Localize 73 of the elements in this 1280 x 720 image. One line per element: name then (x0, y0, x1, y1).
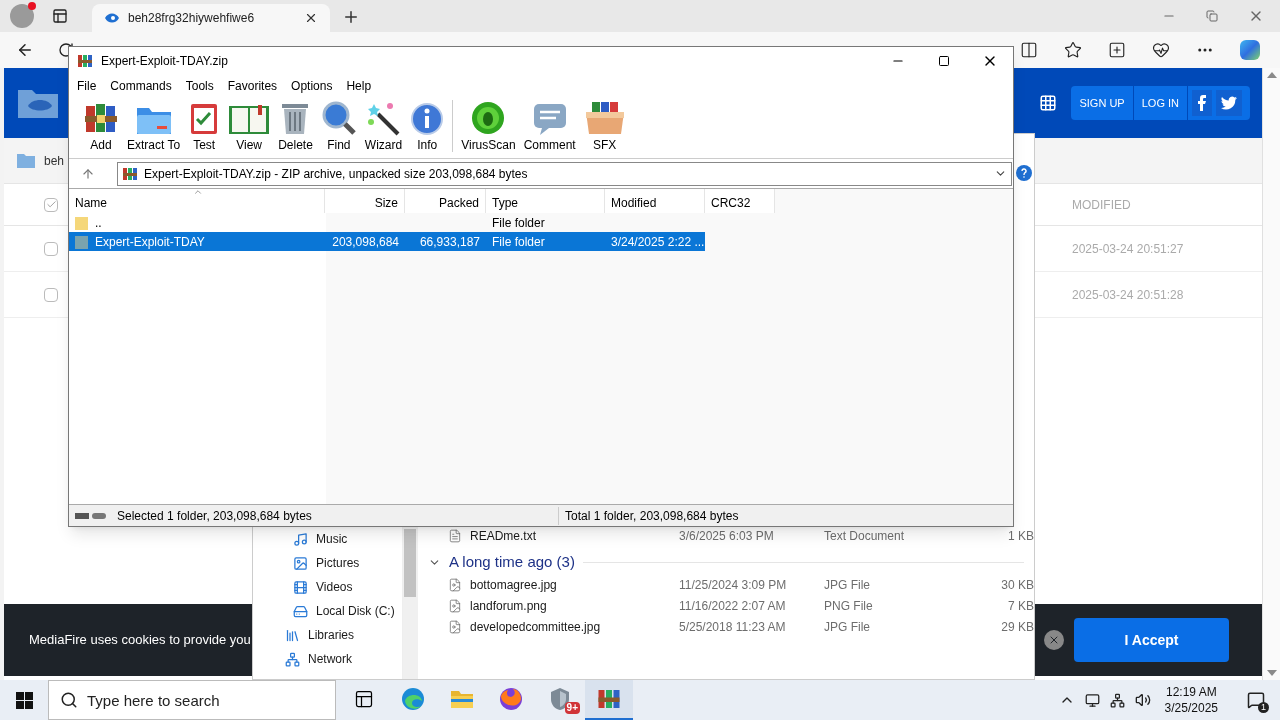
archive-row[interactable]: Expert-Exploit-TDAY 203,098,684 66,933,187 File folder 3/24/2025 2:22 ... (69, 232, 1013, 251)
nav-item[interactable]: Network (253, 647, 402, 671)
file-date: 11/16/2022 2:07 AM (679, 597, 787, 615)
toolbar-button[interactable]: Extract To (123, 96, 185, 154)
nav-item[interactable]: Pictures (253, 551, 402, 575)
menu-item[interactable]: Options (291, 77, 333, 95)
clock-time[interactable]: 12:19 AM (1165, 684, 1217, 700)
toolbar-button[interactable]: Info (406, 96, 449, 154)
file-date: 3/6/2025 6:03 PM (679, 527, 775, 545)
browser-tab[interactable]: beh28frg32hiywehfiwe6 (92, 4, 330, 32)
accept-button[interactable]: I Accept (1074, 618, 1229, 662)
menu-item[interactable]: Tools (185, 77, 214, 95)
tab-title: beh28frg32hiywehfiwe6 (128, 10, 256, 27)
file-name[interactable]: landforum.png (470, 596, 547, 615)
toolbar-button[interactable]: Find (316, 96, 361, 154)
column-header[interactable]: Size (325, 189, 405, 213)
menu-item[interactable]: Favorites (227, 77, 278, 95)
nav-item[interactable]: Videos (253, 575, 402, 599)
notification-badge: 9+ (564, 702, 580, 714)
toolbar-button[interactable]: Comment (519, 96, 580, 154)
breadcrumb[interactable]: beh (44, 151, 65, 170)
toolbar-button[interactable]: Delete (274, 96, 317, 154)
nav-item[interactable]: Music (253, 527, 402, 551)
file-size: 30 KB (1000, 576, 1034, 594)
nav-item[interactable]: Local Disk (C:) (253, 599, 402, 623)
table-cell-text: File folder (492, 214, 545, 232)
table-cell-text: 3/24/2025 2:22 ... (611, 233, 705, 251)
menu-item[interactable]: File (77, 77, 97, 95)
toolbar-button[interactable]: Wizard (360, 96, 407, 154)
modified-date: 2025-03-24 20:51:27 (1072, 240, 1185, 258)
column-header[interactable]: Packed (405, 189, 486, 213)
status-text: Selected 1 folder, 203,098,684 bytes (117, 507, 312, 525)
file-size: 7 KB (1007, 597, 1034, 615)
status-text: Total 1 folder, 203,098,684 bytes (564, 507, 739, 525)
file-type: JPG File (824, 576, 871, 594)
toolbar-button[interactable]: VirusScan (457, 96, 520, 154)
file-size: 29 KB (1000, 618, 1034, 636)
file-name: .. (95, 214, 102, 232)
nav-item[interactable]: Libraries (253, 623, 402, 647)
notification-count: 1 (1258, 702, 1269, 713)
file-type: Text Document (824, 527, 906, 545)
nav-link[interactable]: SIGN UP (1071, 86, 1134, 120)
file-name[interactable]: bottomagree.jpg (470, 575, 557, 594)
file-type: PNG File (824, 597, 874, 615)
table-cell-text: 66,933,187 (419, 233, 480, 251)
toolbar-button[interactable]: View (224, 96, 275, 154)
column-header[interactable]: Type (486, 189, 605, 213)
archive-row[interactable]: .. File folder (69, 213, 1013, 232)
table-cell-text: 203,098,684 (332, 233, 399, 251)
group-header[interactable]: A long time ago (3) (449, 550, 575, 574)
menu-item[interactable]: Help (346, 77, 372, 95)
file-date: 5/25/2018 11:23 AM (679, 618, 787, 636)
file-type: JPG File (824, 618, 871, 636)
file-size: 1 KB (1007, 527, 1034, 545)
file-name[interactable]: developedcommittee.jpg (470, 617, 601, 636)
modified-date: 2025-03-24 20:51:28 (1072, 286, 1185, 304)
table-cell-text: File folder (492, 233, 545, 251)
column-header[interactable]: Modified (605, 189, 705, 213)
taskbar-app[interactable]: 9+ (536, 680, 584, 720)
menu-item[interactable]: Commands (110, 77, 172, 95)
window-title: Expert-Exploit-TDAY.zip (101, 53, 228, 70)
column-header[interactable]: CRC32 (705, 189, 775, 213)
toolbar-button[interactable]: Test (184, 96, 225, 154)
nav-link[interactable]: LOG IN (1133, 86, 1188, 120)
clock-date[interactable]: 3/25/2025 (1164, 700, 1218, 716)
file-name[interactable]: READme.txt (470, 526, 536, 545)
file-name: Expert-Exploit-TDAY (95, 233, 205, 251)
toolbar-button[interactable]: Add (79, 96, 123, 154)
toolbar-button[interactable]: SFX (579, 96, 630, 154)
path-field[interactable]: Expert-Exploit-TDAY.zip - ZIP archive, unpacked size 203,098,684 bytes (117, 161, 1012, 186)
search-field[interactable]: Type here to search (48, 680, 336, 720)
file-date: 11/25/2024 3:09 PM (679, 576, 788, 594)
cookie-notice: MediaFire uses cookies to provide you (29, 631, 251, 650)
